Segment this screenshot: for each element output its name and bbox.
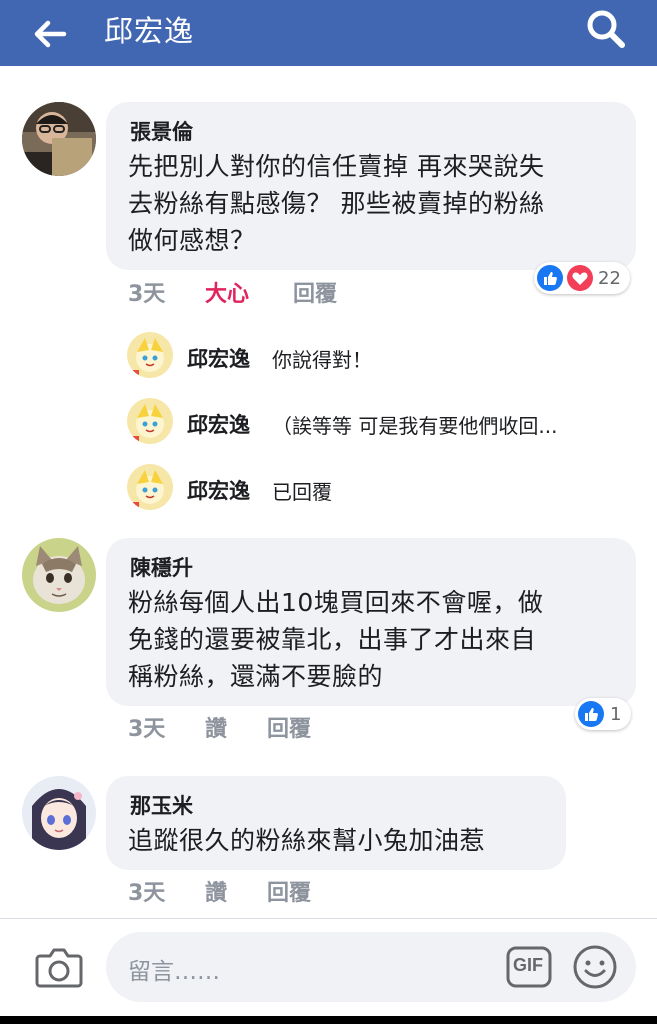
reply-preview[interactable]: 已回覆 — [272, 476, 332, 505]
reaction-count: 22 — [598, 268, 621, 289]
search-icon[interactable] — [582, 6, 630, 54]
reply-preview[interactable]: 你說得對！ — [272, 344, 372, 373]
reply-preview[interactable]: （誒等等 可是我有要他們收回... — [272, 410, 557, 439]
comment-input-placeholder[interactable]: 留言…… — [128, 952, 220, 986]
comment-time: 3天 — [128, 717, 166, 742]
avatar-illustration — [127, 398, 173, 444]
page-title: 邱宏逸 — [104, 14, 195, 48]
gif-button[interactable]: GIF — [506, 946, 552, 988]
comment-text-line: 追蹤很久的粉絲來幫小兔加油惹 — [128, 826, 486, 855]
arrow-left-icon[interactable] — [30, 14, 70, 54]
avatar-illustration — [22, 776, 96, 850]
avatar[interactable] — [22, 776, 96, 850]
avatar-photo — [22, 538, 96, 612]
smiley-icon[interactable] — [572, 944, 618, 990]
avatar-illustration — [127, 332, 173, 378]
avatar[interactable] — [22, 102, 96, 176]
comment-text-line: 免錢的還要被靠北，出事了才出來自 — [128, 625, 537, 654]
like-icon — [537, 265, 563, 291]
comment-text-line: 粉絲每個人出10塊買回來不會喔，做 — [128, 588, 544, 617]
comment-text-line: 先把別人對你的信任賣掉 再來哭說失 — [128, 152, 545, 181]
comment-author[interactable]: 那玉米 — [130, 790, 193, 820]
comment-author[interactable]: 陳穩升 — [130, 552, 193, 582]
reply-button[interactable]: 回覆 — [267, 711, 311, 743]
avatar-illustration — [127, 464, 173, 510]
like-icon — [578, 701, 604, 727]
system-navigation-bar — [0, 1016, 657, 1024]
reaction-summary[interactable]: 1 — [575, 698, 631, 730]
comment-text-line: 稱粉絲，還滿不要臉的 — [128, 662, 384, 691]
avatar[interactable] — [127, 398, 173, 444]
avatar-photo — [22, 102, 96, 176]
gif-label: GIF — [513, 955, 543, 975]
love-button[interactable]: 大心 — [205, 276, 249, 308]
reply-author[interactable]: 邱宏逸 — [187, 409, 250, 439]
comment-text-line: 去粉絲有點感傷？ 那些被賣掉的粉絲 — [128, 189, 545, 218]
like-button[interactable]: 讚 — [205, 875, 227, 907]
love-icon — [567, 265, 593, 291]
avatar[interactable] — [22, 538, 96, 612]
comment-time: 3天 — [128, 282, 166, 307]
reaction-summary[interactable]: 22 — [534, 262, 630, 294]
reply-author[interactable]: 邱宏逸 — [187, 475, 250, 505]
reply-button[interactable]: 回覆 — [293, 276, 337, 308]
comment-text-line: 做何感想？ — [128, 226, 256, 255]
top-app-bar: 邱宏逸 — [0, 0, 657, 66]
camera-icon[interactable] — [34, 944, 84, 990]
comment-author[interactable]: 張景倫 — [130, 116, 193, 146]
reaction-count: 1 — [610, 704, 622, 725]
avatar[interactable] — [127, 464, 173, 510]
comment-time: 3天 — [128, 881, 166, 906]
avatar[interactable] — [127, 332, 173, 378]
reply-author[interactable]: 邱宏逸 — [187, 343, 250, 373]
like-button[interactable]: 讚 — [205, 711, 227, 743]
reply-button[interactable]: 回覆 — [267, 875, 311, 907]
